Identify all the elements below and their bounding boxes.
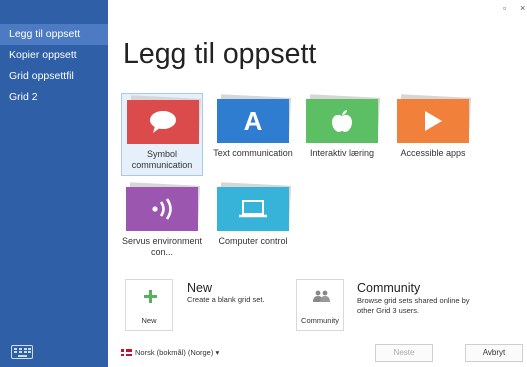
letter-a-icon: A (217, 99, 289, 143)
tile-label: Servus environment con... (121, 236, 203, 257)
community-button[interactable]: Community (296, 279, 344, 331)
language-dropdown[interactable]: Norsk (bokmål) (Norge) ▾ (121, 348, 219, 357)
keyboard-icon[interactable] (11, 345, 33, 359)
sidebar-item-add-gridset[interactable]: Legg til oppsett (0, 24, 108, 45)
people-icon (313, 290, 330, 302)
tile-label: Computer control (218, 236, 288, 246)
sidebar-item-copy-gridset[interactable]: Kopier oppsett (0, 45, 108, 66)
plus-icon (144, 290, 157, 303)
apple-icon (306, 99, 378, 143)
tile-label: Interaktiv læring (309, 148, 375, 158)
new-title: New (187, 281, 213, 295)
community-description: Browse grid sets shared online by other … (357, 296, 470, 315)
chevron-down-icon: ▾ (215, 348, 220, 357)
sidebar-item-gridset-file[interactable]: Grid oppsettfil (0, 66, 108, 87)
tile-accessible-apps[interactable]: Accessible apps (392, 93, 474, 159)
tile-label: Symbol communication (131, 149, 193, 170)
tile-interactive-learning[interactable]: Interaktiv læring (301, 93, 383, 159)
wireless-signal-icon (126, 187, 198, 231)
close-icon[interactable]: × (520, 3, 525, 13)
norway-flag-icon (121, 349, 132, 356)
community-title: Community (357, 281, 421, 295)
maximize-icon[interactable]: ▫ (503, 3, 506, 13)
next-button[interactable]: Neste (375, 344, 433, 362)
speech-bubble-icon (127, 100, 199, 144)
language-label: Norsk (bokmål) (Norge) (135, 348, 214, 357)
cancel-button[interactable]: Avbryt (465, 344, 523, 362)
new-caption: New (141, 316, 157, 325)
app-window: Legg til oppsett Kopier oppsett Grid opp… (0, 0, 527, 367)
tile-text-communication[interactable]: A Text communication (212, 93, 294, 159)
tile-label: Accessible apps (400, 148, 466, 158)
tile-label: Text communication (213, 148, 293, 158)
new-description: Create a blank grid set. (187, 295, 265, 304)
sidebar: Legg til oppsett Kopier oppsett Grid opp… (0, 0, 108, 367)
page-title: Legg til oppsett (123, 38, 317, 70)
tile-symbol-communication[interactable]: Symbol communication (121, 93, 203, 176)
tile-servus-environment-control[interactable]: Servus environment con... (121, 181, 203, 258)
laptop-icon (217, 187, 289, 231)
community-caption: Community (301, 316, 339, 325)
sidebar-item-grid-2[interactable]: Grid 2 (0, 87, 108, 108)
new-gridset-button[interactable]: New (125, 279, 173, 331)
tile-computer-control[interactable]: Computer control (212, 181, 294, 247)
play-icon (397, 99, 469, 143)
